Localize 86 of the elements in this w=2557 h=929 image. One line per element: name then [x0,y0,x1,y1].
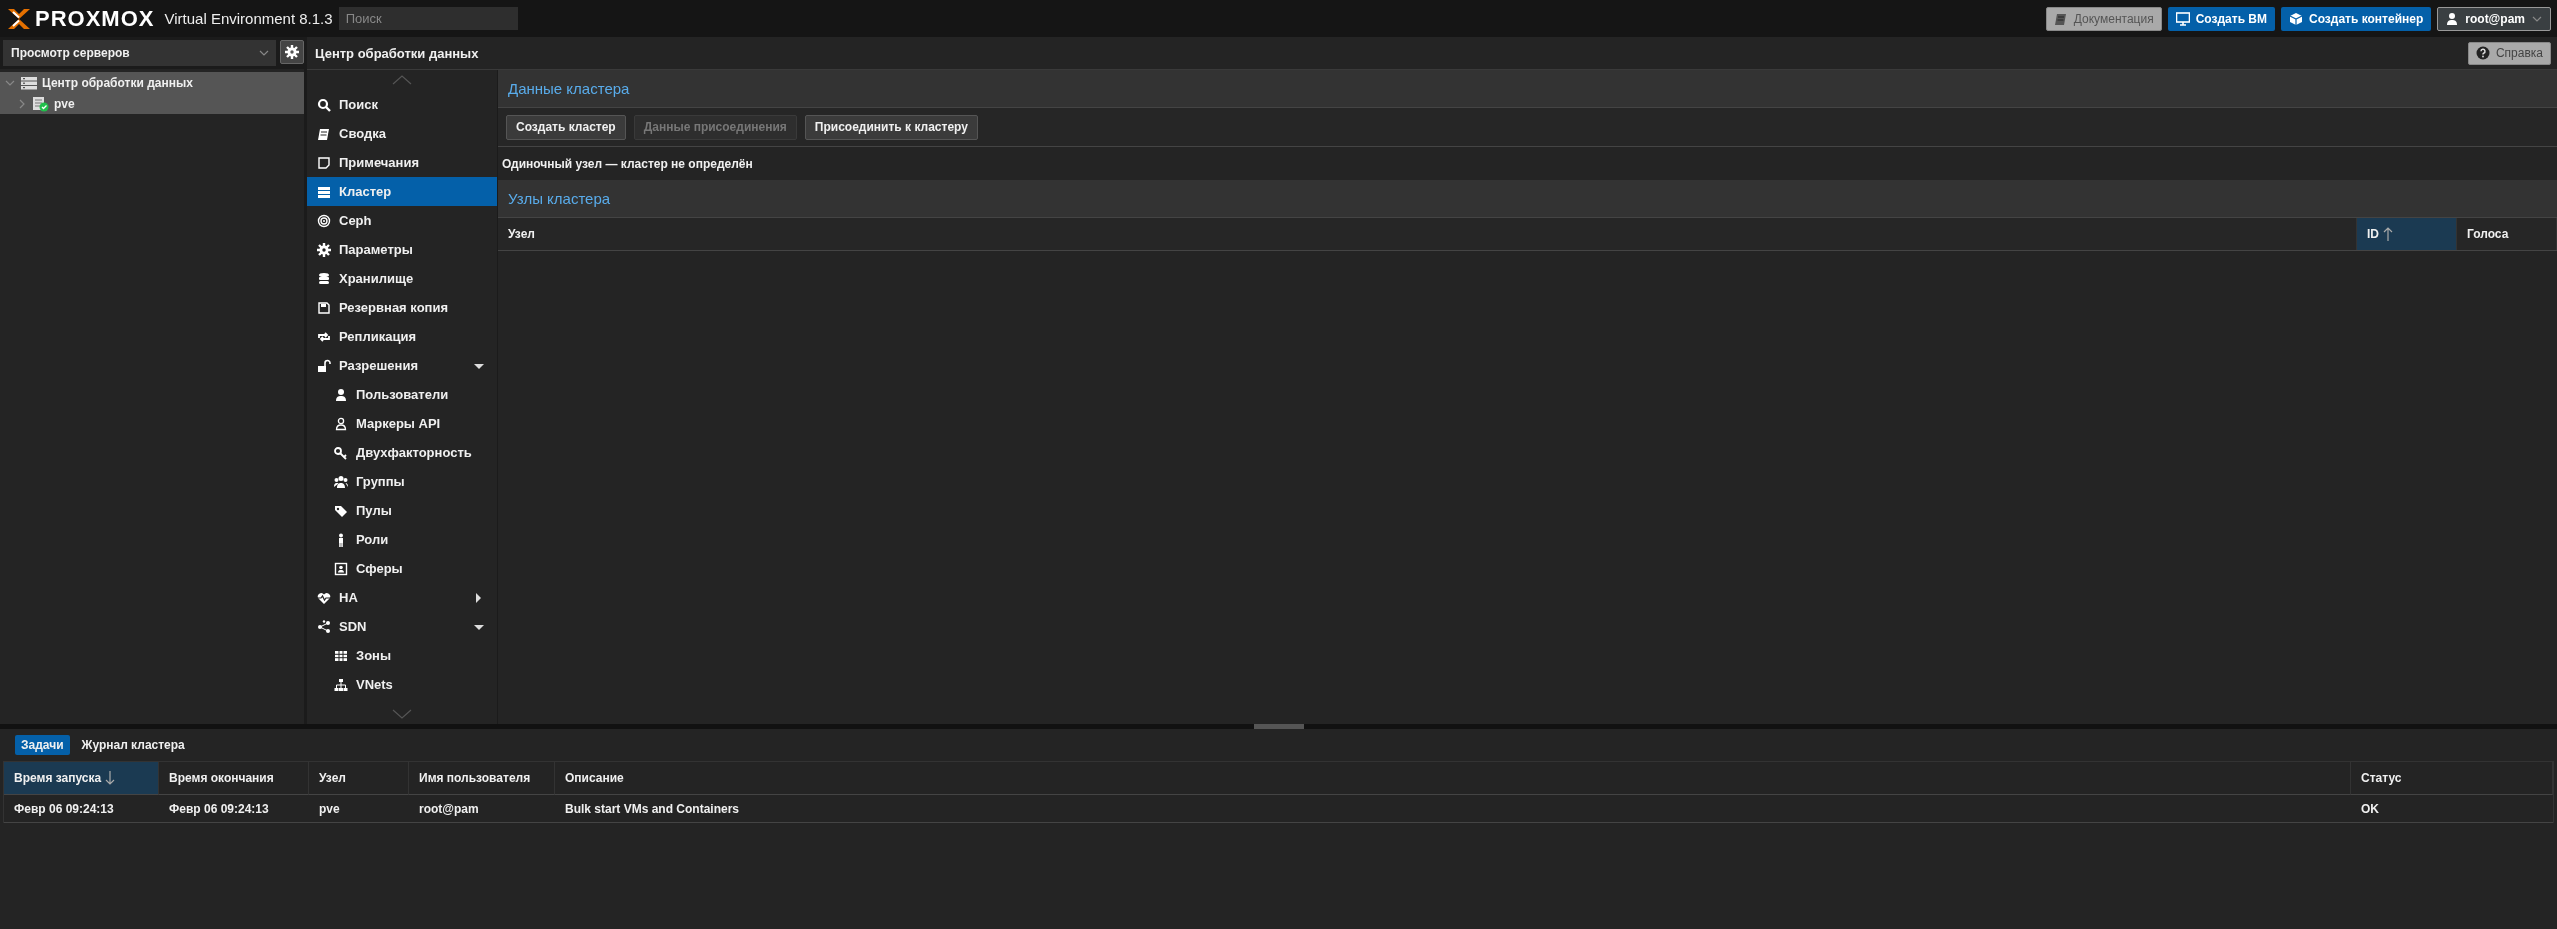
note-icon [317,155,331,170]
nav-item[interactable]: Ceph [307,206,497,235]
toolbar-button[interactable]: Создать кластер [506,114,626,140]
panel-title: Узлы кластера [498,180,2557,218]
nav-item[interactable]: Параметры [307,235,497,264]
view-dropdown[interactable]: Просмотр серверов [3,40,276,66]
table-cell: Февр 06 09:24:13 [4,795,159,823]
column-header[interactable]: Время запуска [4,762,159,795]
nav-item[interactable]: Сводка [307,119,497,148]
user-icon [2445,11,2460,26]
nav-item[interactable]: Группы [307,467,497,496]
table-cell: Bulk start VMs and Containers [555,795,2351,823]
tree-item[interactable]: Центр обработки данных [0,72,304,93]
column-header[interactable]: Описание [555,762,2351,795]
database-icon [317,271,331,286]
question-circle-icon [2475,46,2490,60]
panel-title: Данные кластера [498,70,2557,108]
nav-item[interactable]: Репликация [307,322,497,351]
sort-down-arrow-icon [105,771,116,785]
tree-item[interactable]: pve [0,93,304,114]
address-card-icon [334,561,348,576]
network-nodes-icon [317,619,331,634]
nav-item[interactable]: SDN [307,612,497,641]
nav-item[interactable]: Пулы [307,496,497,525]
tab[interactable]: Задачи [15,735,70,755]
server-icon [317,184,331,199]
user-icon [334,387,348,402]
cube-icon [2289,11,2303,26]
user-outline-icon [334,416,348,431]
table-cell: Февр 06 09:24:13 [159,795,309,823]
table-cell: pve [309,795,409,823]
create-button[interactable]: Создать ВМ [2167,6,2275,31]
column-header[interactable]: Статус [2351,762,2553,795]
users-icon [334,474,348,489]
tab[interactable]: Журнал кластера [75,735,191,755]
search-field[interactable]: Поиск [338,7,518,30]
scroll-down-icon [392,709,412,719]
toolbar-button[interactable]: Присоединить к кластеру [804,114,978,140]
splitter-handle[interactable] [1253,724,1304,729]
settings-button[interactable] [280,40,304,64]
table-cell: root@pam [409,795,555,823]
heartbeat-icon [317,590,331,605]
column-header[interactable]: Голоса [2457,218,2557,250]
user-menu-button[interactable]: root@pam [2437,6,2551,31]
nav-item[interactable]: Пользователи [307,380,497,409]
book-icon [2053,11,2068,26]
gear-icon [285,45,299,59]
nav-item[interactable]: Резервная копия [307,293,497,322]
book-icon [317,126,331,141]
nav-item[interactable]: Роли [307,525,497,554]
x-logo-icon [6,7,32,30]
nav-item[interactable]: Разрешения [307,351,497,380]
table-cell: OK [2351,795,2553,823]
product-version: Virtual Environment 8.1.3 [164,10,333,27]
monitor-icon [2175,11,2190,26]
grid-icon [334,648,348,663]
logo-wordmark: PROXMOX [35,5,155,32]
column-header[interactable]: ID [2357,218,2457,250]
scroll-up-icon [392,75,412,85]
nav-item[interactable]: VNets [307,670,497,699]
nav-item[interactable]: HA [307,583,497,612]
search-icon [317,97,331,112]
signal-rings-icon [317,213,331,228]
nav-item[interactable]: Примечания [307,148,497,177]
nav-item[interactable]: Двухфакторность [307,438,497,467]
nav-item[interactable]: Маркеры API [307,409,497,438]
sitemap-icon [334,677,348,692]
column-header[interactable]: Имя пользователя [409,762,555,795]
page-title: Центр обработки данных [315,45,479,61]
column-header[interactable]: Время окончания [159,762,309,795]
status-message: Одиночный узел — кластер не определён [501,155,754,173]
nav-item[interactable]: Поиск [307,90,497,119]
nav-item[interactable]: Сферы [307,554,497,583]
server-rack-icon [20,75,38,90]
unlocked-padlock-icon [317,358,331,373]
column-header[interactable]: Узел [309,762,409,795]
gear-icon [317,242,331,257]
sync-arrows-icon [317,329,331,344]
create-button[interactable]: Создать контейнер [2281,6,2432,31]
nav-item[interactable]: Зоны [307,641,497,670]
nav-item[interactable]: Кластер [307,177,497,206]
tags-icon [334,503,348,518]
nav-item[interactable]: Хранилище [307,264,497,293]
sort-up-arrow-icon [2383,227,2393,241]
help-button[interactable]: Справка [2467,41,2551,65]
key-icon [334,445,348,460]
